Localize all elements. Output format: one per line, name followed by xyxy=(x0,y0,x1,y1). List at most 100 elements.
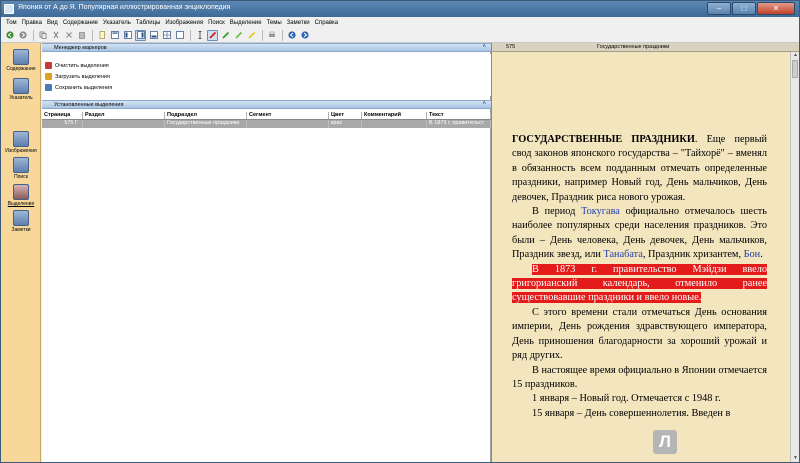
images-icon xyxy=(13,131,29,147)
nav-images[interactable]: Изображения xyxy=(3,131,39,154)
column-header-section[interactable]: Раздел xyxy=(83,112,165,119)
article-paragraph: 15 января – День совершеннолетия. Введен… xyxy=(532,407,731,419)
column-header-segment[interactable]: Сегмент xyxy=(247,112,329,119)
highlights-header[interactable]: Установленные выделения ˄ xyxy=(42,100,491,109)
menu-contents[interactable]: Содержание xyxy=(63,20,98,26)
toolbar-separator xyxy=(33,29,34,41)
text-cursor-icon[interactable] xyxy=(194,30,205,41)
minimize-button[interactable]: – xyxy=(707,2,731,15)
column-header-color[interactable]: Цвет xyxy=(329,112,362,119)
column-header-subsection[interactable]: Подраздел xyxy=(165,112,247,119)
toolbar-separator xyxy=(92,29,93,41)
highlighted-text[interactable]: В 1873 г. правительство Мэйдзи ввело гри… xyxy=(512,263,767,304)
column-header-comment[interactable]: Комментарий xyxy=(362,112,427,119)
article-paragraph: В 1873 г. правительство Мэйдзи ввело гри… xyxy=(512,263,767,306)
marker-manager-actions: Очистить выделения Загрузить выделения С… xyxy=(42,54,491,96)
scroll-down-icon[interactable]: ▼ xyxy=(792,455,799,462)
print-icon[interactable] xyxy=(266,30,277,41)
article-paragraph: В настоящее время официально в Японии от… xyxy=(512,364,767,390)
article-paragraph: С этого времени стали отмечаться День ос… xyxy=(512,306,767,362)
cell-section xyxy=(83,120,165,128)
clear-highlights-action[interactable]: Очистить выделения xyxy=(45,61,109,70)
menu-bar: Том Правка Вид Содержание Указатель Табл… xyxy=(1,17,799,28)
menu-topics[interactable]: Темы xyxy=(267,20,282,26)
menu-notes[interactable]: Заметки xyxy=(287,20,310,26)
save-highlights-action[interactable]: Сохранить выделения xyxy=(45,83,112,92)
cut-icon[interactable] xyxy=(50,30,61,41)
link-tokugawa[interactable]: Токугава xyxy=(581,206,620,217)
forward-icon[interactable] xyxy=(17,30,28,41)
menu-index[interactable]: Указатель xyxy=(103,20,131,26)
collapse-icon[interactable]: ˄ xyxy=(482,44,486,50)
nav-forward-icon[interactable] xyxy=(299,30,310,41)
menu-edit[interactable]: Правка xyxy=(22,20,42,26)
column-header-text[interactable]: Текст xyxy=(427,112,491,119)
menu-search[interactable]: Поиск xyxy=(208,20,225,26)
left-nav-panel: Содержание Указатель Изображения Поиск В… xyxy=(1,43,41,462)
paragraph-text: . xyxy=(760,249,763,261)
nav-index[interactable]: Указатель xyxy=(3,78,39,101)
green-marker-icon[interactable] xyxy=(220,30,231,41)
close-button[interactable]: ✕ xyxy=(757,2,795,15)
paste-icon[interactable] xyxy=(76,30,87,41)
scroll-up-icon[interactable]: ▲ xyxy=(792,52,799,59)
marker-manager-header[interactable]: Менеджер маркеров ˄ xyxy=(42,43,491,52)
nav-notes[interactable]: Заметки xyxy=(3,210,39,233)
layout-six-icon[interactable] xyxy=(174,30,185,41)
cell-comment xyxy=(362,120,427,128)
article-heading: ГОСУДАРСТВЕННЫЕ ПРАЗДНИКИ xyxy=(512,134,695,145)
green-marker-2-icon[interactable] xyxy=(233,30,244,41)
layout-four-icon[interactable] xyxy=(148,30,159,41)
link-bon[interactable]: Бон xyxy=(744,249,761,260)
nav-images-label: Изображения xyxy=(5,148,37,154)
column-header-page[interactable]: Страница xyxy=(42,112,83,119)
menu-view[interactable]: Вид xyxy=(47,20,58,26)
menu-tables[interactable]: Таблицы xyxy=(136,20,161,26)
cell-page: 575 Г xyxy=(42,120,83,128)
layout-one-icon[interactable] xyxy=(109,30,120,41)
toolbar-separator xyxy=(262,29,263,41)
nav-contents-label: Содержание xyxy=(6,66,36,72)
menu-tom[interactable]: Том xyxy=(6,20,17,26)
toolbar xyxy=(1,28,799,43)
cell-text: В 1873 г. правительст xyxy=(427,120,491,128)
collapse-icon[interactable]: ˄ xyxy=(482,101,486,107)
copy-icon[interactable] xyxy=(37,30,48,41)
nav-back-icon[interactable] xyxy=(286,30,297,41)
load-highlights-action[interactable]: Загрузить выделения xyxy=(45,72,110,81)
table-row[interactable]: 575 Г Государственные праздники крас В 1… xyxy=(42,120,491,128)
highlights-panel: Менеджер маркеров ˄ Очистить выделения З… xyxy=(42,43,491,462)
page-icon[interactable] xyxy=(96,30,107,41)
layout-five-icon[interactable] xyxy=(161,30,172,41)
nav-highlight-label: Выделение xyxy=(7,201,35,207)
nav-search-label: Поиск xyxy=(14,174,28,180)
delete-icon[interactable] xyxy=(63,30,74,41)
layout-three-icon[interactable] xyxy=(135,29,146,41)
watermark-logo: Л xyxy=(653,430,677,454)
red-marker-icon[interactable] xyxy=(207,29,218,41)
app-window: Япония от А до Я. Популярная иллюстриров… xyxy=(0,0,800,463)
layout-two-icon[interactable] xyxy=(122,30,133,41)
search-icon xyxy=(13,157,29,173)
nav-search[interactable]: Поиск xyxy=(3,157,39,180)
title-bar[interactable]: Япония от А до Я. Популярная иллюстриров… xyxy=(1,1,799,17)
paragraph-text: В период xyxy=(532,206,582,218)
highlight-icon xyxy=(13,184,29,200)
cell-color: крас xyxy=(329,120,362,128)
toolbar-separator xyxy=(282,29,283,41)
page-header-title: Государственные праздники xyxy=(597,44,670,50)
maximize-button[interactable]: □ xyxy=(732,2,756,15)
nav-highlight[interactable]: Выделение xyxy=(3,184,39,207)
marker-manager-title: Менеджер маркеров xyxy=(54,45,107,51)
yellow-marker-icon[interactable] xyxy=(246,30,257,41)
nav-index-label: Указатель xyxy=(9,95,33,101)
scroll-thumb[interactable] xyxy=(792,60,798,78)
menu-images[interactable]: Изображения xyxy=(165,20,203,26)
document-view: 575 Государственные праздники ▲ ▼ ГОСУДА… xyxy=(492,43,799,462)
nav-contents[interactable]: Содержание xyxy=(3,49,39,72)
menu-highlight[interactable]: Выделение xyxy=(230,20,262,26)
back-icon[interactable] xyxy=(4,30,15,41)
menu-help[interactable]: Справка xyxy=(315,20,339,26)
link-tanabata[interactable]: Танабата xyxy=(603,249,642,260)
document-scrollbar[interactable]: ▲ ▼ xyxy=(790,52,799,462)
